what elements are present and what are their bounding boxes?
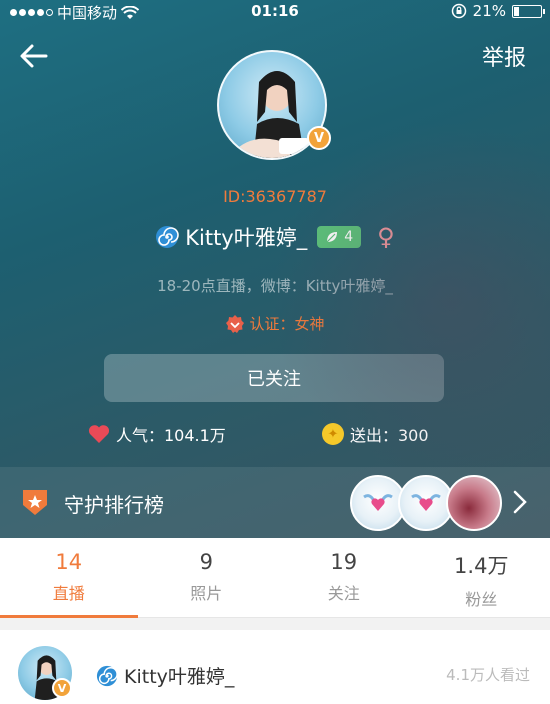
leaf-icon xyxy=(326,232,338,243)
battery-icon xyxy=(512,4,545,18)
female-gender-icon: ♀ xyxy=(377,223,395,251)
profile-avatar[interactable]: V xyxy=(217,50,331,164)
name-row: Kitty叶雅婷_ 4 ♀ xyxy=(0,222,550,252)
report-button[interactable]: 举报 xyxy=(482,40,526,72)
bio-text: 18-20点直播，微博：Kitty叶雅婷_ xyxy=(157,277,393,295)
verified-badge-icon: V xyxy=(307,126,331,150)
verified-badge-icon: V xyxy=(52,678,72,698)
tab-live[interactable]: 14 直播 xyxy=(0,538,138,618)
user-id: ID:36367787 xyxy=(223,187,327,206)
tab-fans[interactable]: 1.4万 粉丝 xyxy=(413,538,550,617)
popularity-stat: 人气：104.1万 xyxy=(88,422,226,446)
tab-photos[interactable]: 9 照片 xyxy=(138,538,276,617)
tab-count: 19 xyxy=(330,550,358,574)
chevron-right-icon xyxy=(513,490,527,514)
rotation-lock-icon xyxy=(451,3,466,19)
back-arrow-icon[interactable] xyxy=(18,40,50,72)
avatar-photo xyxy=(239,71,309,158)
battery-percent: 21% xyxy=(472,2,506,20)
stats-row: 人气：104.1万 ✦ 送出：300 xyxy=(0,422,550,450)
sent-text: 送出：300 xyxy=(350,426,429,445)
status-bar: 中国移动 01:16 21% xyxy=(0,0,550,22)
certified-badge-icon xyxy=(226,314,245,333)
winged-heart-icon xyxy=(363,494,393,511)
tab-label: 粉丝 xyxy=(465,590,498,609)
tab-following[interactable]: 19 关注 xyxy=(275,538,413,617)
user-name: Kitty叶雅婷_ xyxy=(185,226,308,250)
rank-avatar xyxy=(446,475,502,531)
winged-heart-icon xyxy=(411,494,441,511)
rank-label: 守护排行榜 xyxy=(64,493,164,517)
rank-avatars xyxy=(350,475,502,531)
tab-count: 14 xyxy=(55,550,83,574)
tab-label: 直播 xyxy=(52,584,85,603)
heart-icon xyxy=(88,425,110,443)
cert-label: 认证：女神 xyxy=(249,315,325,333)
level-badge: 4 xyxy=(317,226,362,248)
rank-star-icon xyxy=(23,490,47,515)
level-number: 4 xyxy=(344,229,354,245)
followed-button[interactable]: 已关注 xyxy=(104,354,444,402)
guardian-rank-bar[interactable]: 守护排行榜 xyxy=(0,467,550,538)
view-count: 4.1万人看过 xyxy=(446,666,530,684)
profile-header: 中国移动 01:16 21% 举报 V ID:36367787 Kitty叶雅婷… xyxy=(0,0,550,538)
spiral-icon xyxy=(156,226,180,248)
certification: 认证：女神 xyxy=(0,313,550,334)
tab-count: 9 xyxy=(199,550,213,574)
spiral-icon xyxy=(96,665,118,686)
list-item[interactable]: V Kitty叶雅婷_ 4.1万人看过 xyxy=(0,630,550,704)
profile-tabs: 14 直播 9 照片 19 关注 1.4万 粉丝 xyxy=(0,538,550,618)
popularity-text: 人气：104.1万 xyxy=(116,426,226,445)
sent-stat: ✦ 送出：300 xyxy=(322,422,429,446)
list-name-row: Kitty叶雅婷_ xyxy=(96,662,234,689)
tab-label: 关注 xyxy=(327,584,360,603)
tab-label: 照片 xyxy=(190,584,223,603)
list-name: Kitty叶雅婷_ xyxy=(124,666,235,688)
coin-icon: ✦ xyxy=(322,423,344,445)
tab-count: 1.4万 xyxy=(454,554,509,578)
